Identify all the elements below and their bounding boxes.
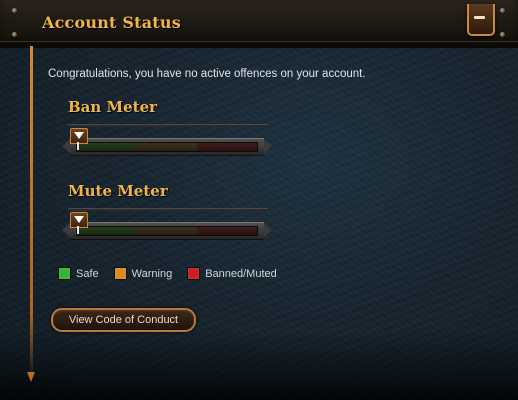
legend-swatch [187, 267, 201, 280]
view-code-of-conduct-button[interactable]: View Code of Conduct [51, 308, 196, 332]
panel-title: Account Status [42, 13, 181, 32]
legend-item-warning: Warning [113, 267, 173, 280]
decorative-rail [30, 46, 33, 380]
legend-item-safe: Safe [58, 267, 99, 280]
ban-meter-divider [68, 124, 268, 127]
collapse-button[interactable] [467, 4, 495, 36]
mute-meter-divider [68, 208, 268, 211]
legend-label: Safe [76, 267, 99, 280]
minimize-icon [474, 16, 485, 19]
triangle-down-icon [74, 216, 84, 223]
triangle-down-icon [74, 132, 84, 139]
mute-meter-marker [70, 212, 88, 228]
rivet-icon [12, 32, 17, 37]
meter-legend: Safe Warning Banned/Muted [58, 267, 292, 280]
mute-meter-muted-zone [197, 227, 257, 235]
mute-meter-needle [77, 226, 79, 234]
ban-meter-safe-zone [77, 143, 137, 151]
mute-meter-track [62, 222, 272, 240]
status-message: Congratulations, you have no active offe… [48, 68, 366, 80]
legend-label: Banned/Muted [205, 267, 277, 280]
ban-meter-warning-zone [137, 143, 197, 151]
ban-meter-track [62, 138, 272, 156]
ban-meter-marker [70, 128, 88, 144]
legend-swatch [113, 267, 127, 280]
ban-meter-banned-zone [197, 143, 257, 151]
rivet-icon [500, 8, 505, 13]
panel-bottom-texture [0, 330, 518, 400]
ban-meter-title: Ban Meter [68, 98, 158, 116]
mute-meter-warning-zone [137, 227, 197, 235]
mute-meter-safe-zone [77, 227, 137, 235]
decorative-rail-tip [27, 372, 35, 382]
legend-swatch [58, 267, 71, 280]
legend-label: Warning [131, 267, 173, 280]
ban-meter-needle [77, 142, 79, 150]
legend-item-banned-muted: Banned/Muted [187, 267, 277, 280]
mute-meter-title: Mute Meter [68, 182, 168, 200]
panel-header: Account Status [0, 0, 518, 48]
account-status-panel: Account Status Congratulations, you have… [0, 0, 518, 400]
rivet-icon [500, 32, 505, 37]
rivet-icon [12, 8, 17, 13]
